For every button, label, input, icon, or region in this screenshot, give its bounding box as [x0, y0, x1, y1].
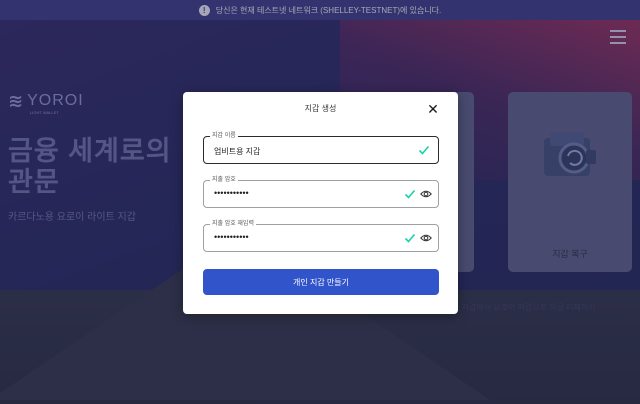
valid-check-icon — [418, 145, 430, 155]
dialog-title: 지갑 생성 — [304, 104, 337, 113]
valid-check-icon — [404, 233, 416, 243]
spending-password-field[interactable]: 지출 암호 ••••••••••• — [203, 176, 439, 208]
repeat-password-field[interactable]: 지출 암호 재입력 ••••••••••• — [203, 220, 439, 252]
spending-password-label: 지출 암호 — [210, 176, 238, 184]
wallet-name-value: 업비트용 지갑 — [214, 147, 261, 156]
show-password-eye-icon[interactable] — [420, 189, 432, 199]
repeat-password-label: 지출 암호 재입력 — [210, 220, 256, 228]
valid-check-icon — [404, 189, 416, 199]
close-icon[interactable]: ✕ — [426, 102, 440, 116]
wallet-name-label: 지갑 이름 — [210, 132, 238, 140]
create-personal-wallet-button[interactable]: 개인 지갑 만들기 — [203, 269, 439, 295]
spending-password-value: ••••••••••• — [214, 188, 249, 198]
show-password-eye-icon[interactable] — [420, 233, 432, 243]
wallet-name-field[interactable]: 지갑 이름 업비트용 지갑 — [203, 132, 439, 164]
create-wallet-dialog: 지갑 생성 ✕ 지갑 이름 업비트용 지갑 지출 암호 ••••••••••• … — [183, 92, 458, 314]
repeat-password-value: ••••••••••• — [214, 232, 249, 242]
